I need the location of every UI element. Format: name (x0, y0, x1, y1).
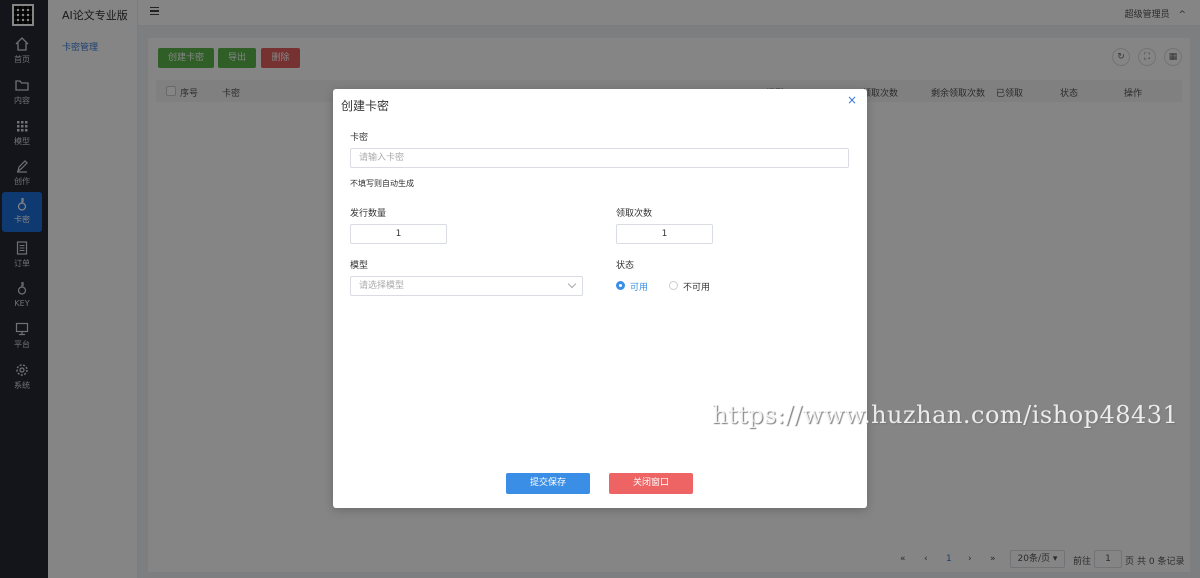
watermark: https://www.huzhan.com/ishop48431 (712, 401, 1179, 429)
submit-save-button[interactable]: 提交保存 (506, 473, 590, 494)
create-cardkey-dialog: 创建卡密 × 卡密 请输入卡密 不填写则自动生成 发行数量 1 领取次数 1 模… (333, 89, 867, 508)
model-select-placeholder: 请选择模型 (359, 281, 405, 291)
cardkey-hint: 不填写则自动生成 (350, 179, 414, 188)
close-icon[interactable]: × (847, 93, 857, 107)
status-label: 状态 (616, 261, 635, 271)
issue-count-label: 发行数量 (350, 209, 387, 219)
dialog-title: 创建卡密 (341, 99, 390, 113)
status-unavailable-radio[interactable] (669, 281, 678, 290)
model-select[interactable]: 请选择模型 (350, 276, 583, 296)
chevron-down-icon (567, 279, 577, 289)
status-unavailable-label[interactable]: 不可用 (683, 280, 710, 293)
issue-count-input[interactable]: 1 (350, 224, 447, 244)
cardkey-label: 卡密 (350, 133, 369, 143)
close-window-button[interactable]: 关闭窗口 (609, 473, 693, 494)
status-available-label[interactable]: 可用 (630, 280, 648, 293)
model-label: 模型 (350, 261, 369, 271)
claim-count-label: 领取次数 (616, 209, 653, 219)
claim-count-input[interactable]: 1 (616, 224, 713, 244)
status-available-radio[interactable] (616, 281, 625, 290)
cardkey-input[interactable]: 请输入卡密 (350, 148, 849, 168)
